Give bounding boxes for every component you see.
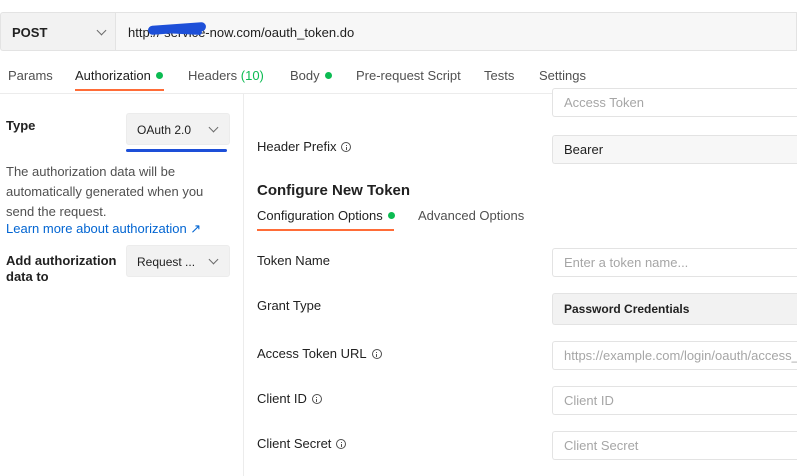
- field-label-text: Client ID: [257, 391, 307, 406]
- tab-label: Params: [8, 68, 53, 83]
- field-label-text: Access Token URL: [257, 346, 367, 361]
- tab-body[interactable]: Body: [290, 68, 332, 83]
- add-auth-to-select[interactable]: Request ...: [126, 245, 230, 277]
- header-prefix-label: Header Prefix: [257, 139, 352, 154]
- chevron-down-icon: [96, 25, 107, 36]
- status-dot-icon: [324, 72, 332, 79]
- token-name-label: Token Name: [257, 253, 330, 268]
- tab-label: Advanced Options: [418, 208, 525, 223]
- status-dot-icon: [155, 72, 163, 79]
- access-token-input[interactable]: Access Token: [552, 88, 797, 117]
- field-label-text: Client Secret: [257, 436, 332, 451]
- type-label: Type: [6, 118, 36, 133]
- tab-label: Headers: [188, 68, 238, 83]
- client-id-label: Client ID: [257, 391, 322, 406]
- tab-label: Authorization: [75, 68, 151, 83]
- token-name-input[interactable]: Enter a token name...: [552, 248, 797, 277]
- active-subtab-indicator: [257, 229, 394, 231]
- header-prefix-input[interactable]: Bearer: [552, 135, 797, 164]
- auth-type-select[interactable]: OAuth 2.0: [126, 113, 230, 145]
- request-url-bar: POST http:// service-now.com/oauth_token…: [0, 12, 797, 53]
- tab-configuration-options[interactable]: Configuration Options: [257, 208, 395, 223]
- info-icon[interactable]: [371, 349, 382, 359]
- field-label-text: Header Prefix: [257, 139, 337, 154]
- client-secret-label: Client Secret: [257, 436, 347, 451]
- auth-description: The authorization data will be automatic…: [6, 164, 204, 219]
- panel-divider: [243, 93, 244, 476]
- tab-label: Body: [290, 68, 320, 83]
- tab-label: Tests: [484, 68, 515, 83]
- tab-settings[interactable]: Settings: [539, 68, 586, 83]
- add-auth-to-label: Add authorization data to: [6, 253, 117, 284]
- grant-type-label: Grant Type: [257, 298, 322, 313]
- tab-params[interactable]: Params: [8, 68, 53, 83]
- tab-tests[interactable]: Tests: [484, 68, 514, 83]
- active-tab-indicator: [75, 89, 164, 91]
- add-auth-to-value: Request ...: [137, 255, 196, 269]
- tab-authorization[interactable]: Authorization: [75, 68, 163, 83]
- status-dot-icon: [387, 212, 395, 219]
- info-icon[interactable]: [341, 142, 352, 152]
- chevron-down-icon: [208, 254, 219, 265]
- info-icon[interactable]: [336, 439, 347, 449]
- grant-type-select[interactable]: Password Credentials: [552, 293, 797, 325]
- access-token-url-label: Access Token URL: [257, 346, 382, 361]
- method-select[interactable]: POST: [0, 12, 115, 51]
- client-id-input[interactable]: Client ID: [552, 386, 797, 415]
- method-label: POST: [12, 25, 48, 40]
- learn-more-link[interactable]: Learn more about authorization ↗: [6, 221, 201, 237]
- access-token-url-input[interactable]: https://example.com/login/oauth/access_t…: [552, 341, 797, 370]
- tab-pre-request-script[interactable]: Pre-request Script: [356, 68, 461, 83]
- chevron-down-icon: [208, 122, 219, 133]
- client-secret-input[interactable]: Client Secret: [552, 431, 797, 460]
- configure-token-title: Configure New Token: [257, 182, 411, 199]
- tab-label: Pre-request Script: [356, 68, 461, 83]
- headers-count-badge: (10): [240, 68, 264, 83]
- info-icon[interactable]: [311, 394, 322, 404]
- auth-type-value: OAuth 2.0: [137, 123, 192, 137]
- tab-advanced-options[interactable]: Advanced Options: [418, 208, 524, 223]
- tab-label: Settings: [539, 68, 586, 83]
- annotation-underline: [126, 149, 227, 152]
- tab-headers[interactable]: Headers (10): [188, 68, 264, 83]
- url-input[interactable]: http:// service-now.com/oauth_token.do: [115, 12, 797, 51]
- tab-label: Configuration Options: [257, 208, 383, 223]
